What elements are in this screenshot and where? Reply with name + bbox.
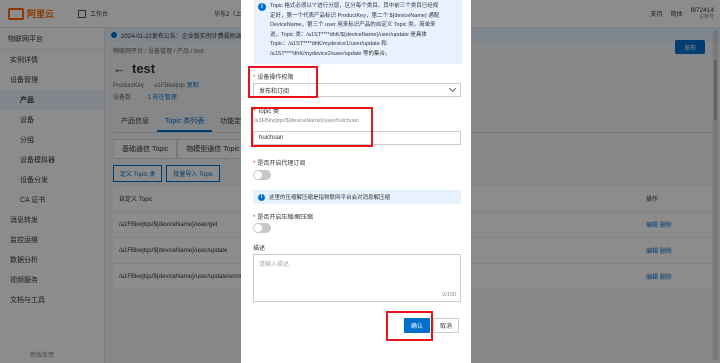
compress-toggle[interactable]	[253, 223, 271, 233]
highlight-topic	[251, 107, 373, 147]
topic-dialog: i Topic 格式必须以"/"进行分层，区分每个类目。其中前三个类目已经规 定…	[241, 0, 471, 363]
info-icon: i	[258, 3, 266, 11]
cancel-button[interactable]: 取消	[433, 318, 459, 333]
highlight-permission	[248, 66, 318, 98]
proxy-subscribe-toggle[interactable]	[253, 170, 271, 180]
compress-label: * 是否开启压缩/解压缩	[253, 215, 314, 221]
compress-note: i 这里的压缩解压缩是指物联网平台会对消息解压缩	[253, 190, 461, 204]
char-counter: 0/100	[442, 292, 456, 298]
chevron-down-icon	[448, 84, 457, 93]
page-scroll-thumb[interactable]	[714, 60, 717, 120]
description-label: 描述	[253, 246, 266, 252]
proxy-subscribe-label: * 是否开启代理订阅	[253, 161, 306, 167]
description-textarea[interactable]: 请输入描述 0/100	[253, 254, 461, 302]
info-icon: i	[258, 193, 265, 201]
highlight-confirm	[386, 311, 433, 341]
topic-format-tip: i Topic 格式必须以"/"进行分层，区分每个类目。其中前三个类目已经规 定…	[254, 0, 462, 64]
